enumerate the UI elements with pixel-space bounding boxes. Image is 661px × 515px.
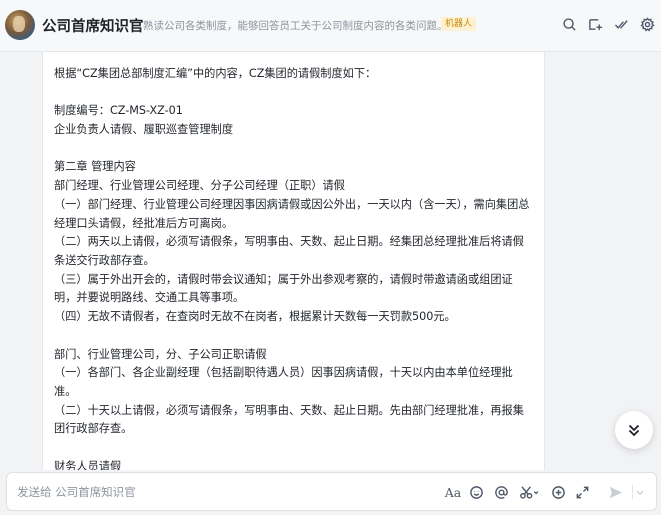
message-paragraph: （一）部门经理、行业管理公司经理因事因病请假或因公外出，一天以内（含一天），需向…	[54, 197, 530, 230]
add-icon[interactable]	[550, 484, 566, 500]
format-icon[interactable]: Aa	[443, 484, 463, 500]
chat-header: 公司首席知识官 熟读公司各类制度，能够回答员工关于公司制度内容的各类问题。 机器…	[0, 0, 661, 52]
message-input[interactable]: 发送给 公司首席知识官	[17, 484, 136, 500]
message-paragraph: 企业负责人请假、履职巡查管理制度	[54, 123, 234, 137]
chat-title[interactable]: 公司首席知识官	[42, 15, 144, 36]
settings-icon[interactable]	[639, 16, 655, 32]
emoji-icon[interactable]	[468, 484, 484, 500]
message-paragraph: 第二章 管理内容	[54, 160, 136, 174]
message-paragraph	[54, 84, 534, 103]
message-paragraph	[54, 439, 534, 458]
message-card: 根据“CZ集团总部制度汇编”中的内容，CZ集团的请假制度如下： 制度编号：CZ-…	[42, 52, 545, 470]
message-paragraph: （二）十天以上请假，必须写请假条，写明事由、天数、起止日期。先由部门经理批准，再…	[54, 403, 524, 436]
add-chat-icon[interactable]	[587, 16, 603, 32]
search-icon[interactable]	[561, 16, 577, 32]
message-paragraph: （三）属于外出开会的，请假时带会议通知；属于外出参观考察的，请假时带邀请函或组团…	[54, 272, 513, 305]
mention-icon[interactable]	[493, 484, 509, 500]
message-paragraph: （二）两天以上请假，必须写请假条，写明事由、天数、起止日期。经集团总经理批准后将…	[54, 235, 524, 267]
send-divider	[632, 485, 633, 499]
scissors-icon[interactable]	[518, 484, 540, 500]
message-paragraph: 部门经理、行业管理公司经理、分子公司经理（正职）请假	[54, 179, 345, 193]
bot-message: 根据“CZ集团总部制度汇编”中的内容，CZ集团的请假制度如下： 制度编号：CZ-…	[54, 65, 534, 470]
expand-icon[interactable]	[574, 484, 590, 500]
scroll-to-bottom-button[interactable]	[615, 411, 653, 449]
message-paragraph: （四）无故不请假者，在查岗时无故不在岗者，根据累计天数每一天罚款500元。	[54, 310, 456, 324]
message-paragraph: （一）各部门、各企业副经理（包括副职待遇人员）因事因病请假，十天以内由本单位经理…	[54, 366, 513, 398]
chat-subtitle: 熟读公司各类制度，能够回答员工关于公司制度内容的各类问题。	[143, 20, 448, 32]
bot-avatar[interactable]	[5, 10, 35, 40]
message-paragraph: 财务人员请假	[54, 459, 122, 470]
message-paragraph: 制度编号：CZ-MS-XZ-01	[54, 104, 183, 118]
message-paragraph: 根据“CZ集团总部制度汇编”中的内容，CZ集团的请假制度如下：	[54, 67, 377, 80]
bot-badge: 机器人	[441, 17, 477, 31]
message-paragraph: 部门、行业管理公司，分、子公司正职请假	[54, 347, 267, 361]
send-icon[interactable]	[607, 484, 623, 500]
message-paragraph	[54, 327, 534, 346]
check-icon[interactable]	[613, 16, 629, 32]
message-input-bar: 发送给 公司首席知识官 Aa	[6, 472, 657, 511]
double-chevron-down-icon	[628, 424, 640, 437]
send-options-icon[interactable]	[634, 484, 646, 500]
message-paragraph	[54, 140, 534, 159]
